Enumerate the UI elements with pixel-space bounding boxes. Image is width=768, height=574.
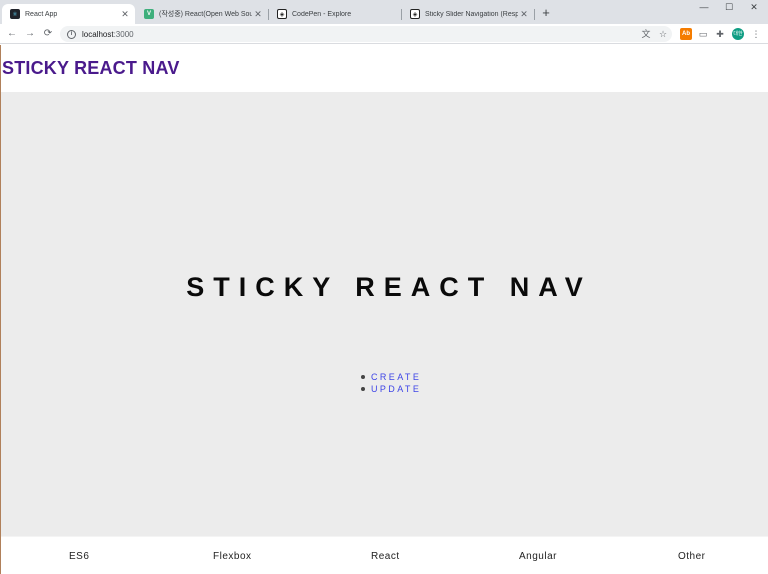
url-text: localhost:3000: [82, 29, 134, 39]
tab-title: Sticky Slider Navigation (Respo: [425, 10, 518, 18]
translate-icon[interactable]: 文: [640, 28, 652, 40]
site-header: STICKY REACT NAV: [1, 45, 768, 92]
react-icon: ⚛: [10, 9, 20, 19]
close-icon[interactable]: ✕: [252, 9, 264, 20]
nav-item-flexbox[interactable]: Flexbox: [213, 551, 252, 562]
nav-item-es6[interactable]: ES6: [69, 551, 89, 562]
codepen-icon: ◈: [410, 9, 420, 19]
hero-section: STICKY REACT NAV CREATE UPDATE: [1, 92, 768, 536]
browser-toolbar: ← → ⟳ i localhost:3000 文 ☆ Ab ▭ ✚ 대한 ⋮: [0, 24, 768, 44]
tab-separator: [534, 9, 535, 20]
minimize-button[interactable]: —: [695, 2, 713, 12]
nav-item-react[interactable]: React: [371, 551, 400, 562]
forward-button[interactable]: →: [23, 27, 37, 41]
browser-tab[interactable]: ◈ Sticky Slider Navigation (Respo ✕: [402, 4, 534, 24]
window-close-button[interactable]: ✕: [745, 2, 763, 13]
avatar[interactable]: 대한: [732, 28, 744, 40]
extension-icon[interactable]: Ab: [680, 28, 692, 40]
codepen-icon: ◈: [277, 9, 287, 19]
browser-tabstrip: ⚛ React App ✕ V (작성중) React(Open Web Sou…: [0, 0, 768, 24]
brand-title[interactable]: STICKY REACT NAV: [2, 58, 180, 79]
tab-title: React App: [25, 10, 58, 18]
bullet-icon: [361, 375, 365, 379]
puzzle-icon[interactable]: ✚: [714, 28, 726, 40]
browser-tab[interactable]: V (작성중) React(Open Web Sour ✕: [136, 4, 268, 24]
hero-title: STICKY REACT NAV: [186, 272, 592, 302]
tab-title: CodePen - Explore: [292, 10, 352, 18]
info-icon[interactable]: i: [67, 29, 76, 39]
menu-kebab-icon[interactable]: ⋮: [750, 28, 762, 40]
nav-item-angular[interactable]: Angular: [519, 551, 557, 562]
v-icon: V: [144, 9, 154, 19]
reload-button[interactable]: ⟳: [41, 27, 55, 41]
nav-item-other[interactable]: Other: [678, 551, 706, 562]
address-bar[interactable]: i localhost:3000: [60, 26, 672, 42]
close-icon[interactable]: ✕: [518, 9, 530, 20]
bullet-icon: [361, 387, 365, 391]
close-icon[interactable]: ✕: [119, 9, 131, 20]
browser-tab-active[interactable]: ⚛ React App ✕: [2, 4, 135, 24]
hero-menu: CREATE UPDATE: [360, 371, 421, 395]
update-link[interactable]: UPDATE: [360, 383, 421, 395]
back-button[interactable]: ←: [5, 27, 19, 41]
tab-title: (작성중) React(Open Web Sour: [159, 11, 252, 18]
page-viewport: STICKY REACT NAV STICKY REACT NAV CREATE…: [0, 45, 768, 574]
maximize-button[interactable]: ☐: [720, 2, 738, 13]
bookmark-star-icon[interactable]: ☆: [657, 28, 669, 40]
create-link[interactable]: CREATE: [360, 371, 421, 383]
new-tab-button[interactable]: +: [539, 6, 553, 20]
media-icon[interactable]: ▭: [697, 28, 709, 40]
browser-tab[interactable]: ◈ CodePen - Explore: [269, 4, 401, 24]
bottom-nav: ES6 Flexbox React Angular Other: [1, 536, 768, 574]
